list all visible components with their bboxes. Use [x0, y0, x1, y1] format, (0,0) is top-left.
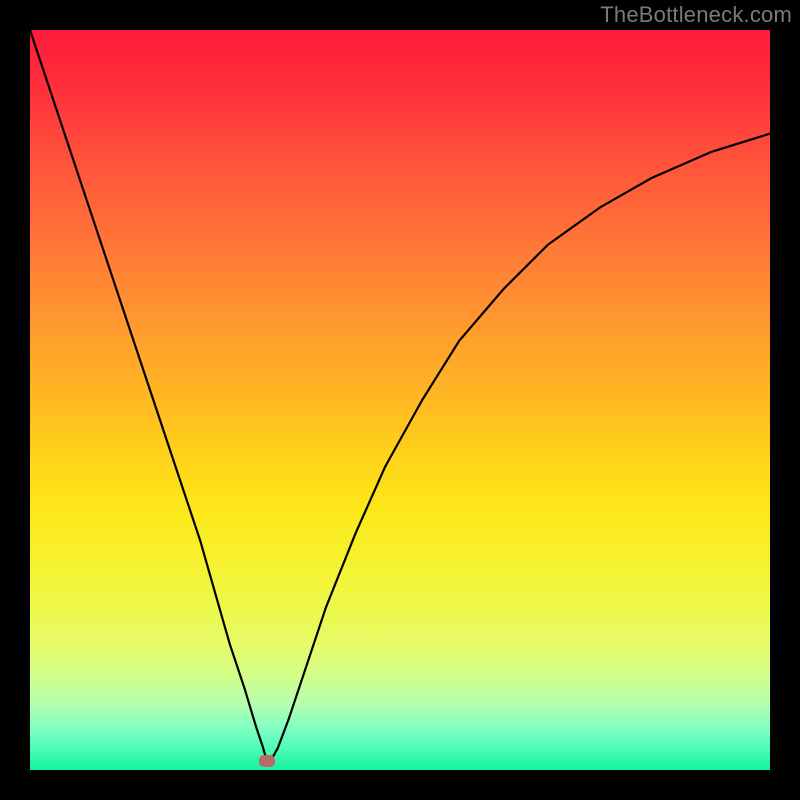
curve-svg [30, 30, 770, 770]
optimal-point-marker [259, 755, 275, 767]
chart-frame: TheBottleneck.com [0, 0, 800, 800]
watermark-text: TheBottleneck.com [600, 2, 792, 28]
plot-area [30, 30, 770, 770]
bottleneck-curve [30, 30, 770, 761]
